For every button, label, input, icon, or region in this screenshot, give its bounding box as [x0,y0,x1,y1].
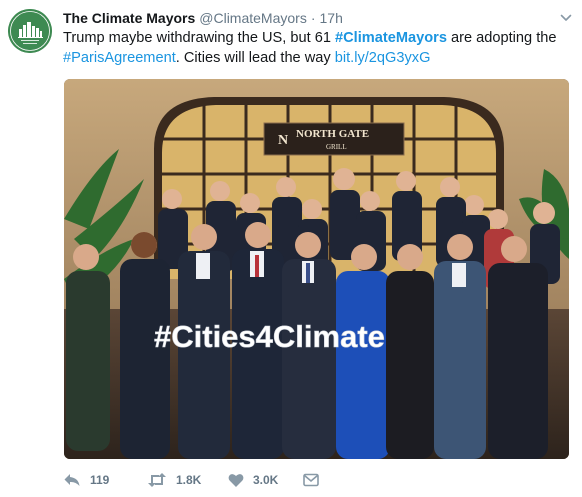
chevron-down-icon[interactable] [560,12,572,24]
tweet-actions: 119 1.8K 3.0K [63,470,363,490]
tweet-text: Trump maybe withdrawing the US, but 61 #… [63,28,568,68]
reply-button[interactable]: 119 [63,470,109,490]
hashtag-climatemayors[interactable]: #ClimateMayors [335,30,447,46]
like-count: 3.0K [253,473,279,487]
reply-icon [64,474,80,486]
hashtag-parisagreement[interactable]: #ParisAgreement [63,50,176,66]
user-handle[interactable]: @ClimateMayors [199,10,307,26]
climate-mayors-logo [8,9,52,53]
retweet-button[interactable]: 1.8K [147,470,201,490]
tweet-card: The Climate Mayors @ClimateMayors · 17h Tru… [0,0,582,497]
avatar[interactable] [8,9,52,53]
tweet-header: The Climate Mayors @ClimateMayors · 17h [63,9,343,27]
like-button[interactable]: 3.0K [228,470,278,490]
retweet-count: 1.8K [176,473,202,487]
restaurant-sign-text: NORTH GATE [296,128,369,140]
tweet-text-part2: are adopting the [446,30,557,46]
reply-count: 119 [90,473,110,487]
tweet-text-part1: Trump maybe withdrawing the US, but 61 [63,30,336,46]
restaurant-logo-letters: N [278,133,288,148]
restaurant-sign-subtext: GRILL [326,143,347,151]
tweet-text-part3: . Cities will lead the way [175,50,335,66]
timestamp[interactable]: 17h [320,10,343,26]
tweet-link[interactable]: bit.ly/2qG3yxG [335,50,431,66]
separator-dot: · [310,10,316,26]
direct-message-button[interactable] [303,470,328,490]
display-name[interactable]: The Climate Mayors [63,10,195,26]
held-sign-text: #Cities4Climate [154,319,385,354]
group-photo-illustration: N NORTH GATE GRILL #Cities4Climate [64,79,569,459]
envelope-icon [303,473,319,487]
tweet-photo[interactable]: N NORTH GATE GRILL #Cities4Climate [64,79,569,459]
retweet-icon [148,473,166,487]
heart-icon [228,473,244,487]
